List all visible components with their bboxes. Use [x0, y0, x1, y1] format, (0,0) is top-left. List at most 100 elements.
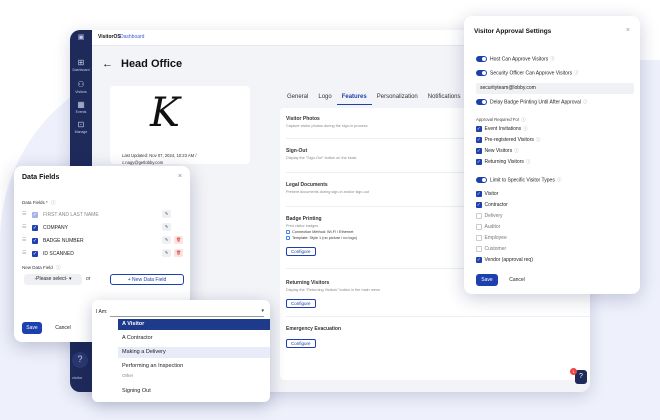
- chevron-down-icon[interactable]: ▾: [261, 308, 264, 314]
- returning-configure-button[interactable]: Configure: [286, 299, 316, 308]
- required-for-label: Approval Required For ⓘ: [476, 117, 526, 122]
- checkbox[interactable]: [476, 235, 482, 241]
- modal-title: Visitor Approval Settings: [474, 28, 552, 35]
- trash-icon[interactable]: 🗑: [174, 236, 183, 244]
- option-a-visitor[interactable]: A Visitor: [118, 319, 270, 330]
- tab-logo[interactable]: Logo: [313, 91, 336, 105]
- checkbox-customer[interactable]: Customer: [476, 246, 506, 252]
- checkbox[interactable]: [476, 246, 482, 252]
- info-icon: ⓘ: [521, 117, 526, 122]
- checkbox[interactable]: ✓: [476, 148, 482, 154]
- checkbox[interactable]: [476, 224, 482, 230]
- save-button[interactable]: Save: [22, 322, 42, 334]
- tab-bar: General Logo Features Personalization No…: [282, 91, 465, 105]
- checkbox[interactable]: ✓: [476, 137, 482, 143]
- logo-card: K Last Updated: Nov 07, 2024, 10:23 AM /…: [110, 86, 250, 165]
- cancel-button[interactable]: Cancel: [50, 322, 76, 334]
- grid-icon: ⊞: [77, 58, 85, 67]
- option-performing-inspection[interactable]: Performing an Inspection: [118, 361, 270, 372]
- checkbox-visitor[interactable]: ✓ Visitor: [476, 191, 498, 197]
- toggle-delay-badge[interactable]: Delay Badge Printing Until After Approva…: [476, 99, 587, 105]
- option-signing-out[interactable]: Signing Out: [118, 386, 270, 397]
- divider: [286, 316, 590, 317]
- close-icon[interactable]: ×: [178, 173, 182, 180]
- checkbox[interactable]: ✓: [476, 159, 482, 165]
- info-icon: ⓘ: [535, 137, 541, 143]
- calendar-icon: ▦: [77, 100, 85, 109]
- toggle-switch[interactable]: [476, 56, 487, 62]
- help-icon[interactable]: ?: [72, 352, 88, 368]
- drag-handle-icon[interactable]: ☰: [22, 237, 26, 243]
- checkbox[interactable]: ✓: [476, 126, 482, 132]
- checkbox-new-visitors[interactable]: ✓ New Visitors ⓘ: [476, 148, 519, 154]
- checkbox-event-invitations[interactable]: ✓ Event Invitations ⓘ: [476, 126, 528, 132]
- badge-configure-button[interactable]: Configure: [286, 247, 316, 256]
- trash-icon[interactable]: 🗑: [174, 249, 183, 257]
- checkbox[interactable]: [476, 213, 482, 219]
- new-data-field-label: New Data Field ⓘ: [22, 265, 61, 270]
- sidebar-item-visitors[interactable]: ⚇ Visitors: [70, 80, 92, 94]
- modal-title: Data Fields: [22, 174, 60, 181]
- checkbox-contractor[interactable]: ✓ Contractor: [476, 202, 508, 208]
- drag-handle-icon[interactable]: ☰: [22, 250, 26, 256]
- data-field-row: ☰ ✓ COMPANY ✎: [22, 223, 182, 233]
- tab-features[interactable]: Features: [336, 91, 372, 105]
- edit-icon[interactable]: ✎: [162, 223, 171, 231]
- data-fields-label: Data Fields * ⓘ: [22, 200, 56, 205]
- sidebar-item-events[interactable]: ▦ Events: [70, 100, 92, 114]
- edit-icon[interactable]: ✎: [162, 210, 171, 218]
- feature-emergency-evacuation: Emergency Evacuation Configure: [286, 326, 342, 348]
- field-checkbox[interactable]: ✓: [32, 224, 38, 231]
- edit-icon[interactable]: ✎: [162, 249, 171, 257]
- feature-returning-visitors: Returning Visitors Display the "Returnin…: [286, 280, 381, 308]
- sidebar-item-manage[interactable]: ⊡ Manage: [70, 120, 92, 134]
- drag-handle-icon[interactable]: ☰: [22, 211, 26, 217]
- updated-by-email: c.nagy@getlobby.com: [122, 160, 164, 165]
- tab-notifications[interactable]: Notifications: [423, 91, 466, 105]
- feature-legal-documents: Legal Documents Present documents during…: [286, 182, 369, 194]
- toggle-limit-visitor-types[interactable]: Limit to Specific Visitor Types ⓘ: [476, 177, 561, 183]
- field-checkbox[interactable]: ✓: [32, 237, 38, 244]
- toggle-host-approve[interactable]: Host Can Approve Visitors ⓘ: [476, 56, 555, 62]
- tab-general[interactable]: General: [282, 91, 313, 105]
- option-making-a-delivery[interactable]: Making a Delivery: [118, 347, 270, 358]
- cancel-button[interactable]: Cancel: [504, 274, 530, 286]
- tab-personalization[interactable]: Personalization: [372, 91, 423, 105]
- template-icon: [286, 236, 290, 240]
- option-a-contractor[interactable]: A Contractor: [118, 333, 270, 344]
- info-icon: ⓘ: [574, 70, 579, 76]
- checkbox[interactable]: ✓: [476, 202, 482, 208]
- field-checkbox[interactable]: ✓: [32, 250, 38, 257]
- checkbox-employee[interactable]: Employee: [476, 235, 507, 241]
- security-email-field[interactable]: securityteam@lobby.com: [476, 83, 634, 94]
- toggle-switch[interactable]: [476, 99, 487, 105]
- checkbox-pre-registered[interactable]: ✓ Pre-registered Visitors ⓘ: [476, 137, 540, 143]
- info-icon: ⓘ: [582, 99, 588, 105]
- toggle-security-approve[interactable]: Security Officer Can Approve Visitors ⓘ: [476, 70, 579, 76]
- emergency-configure-button[interactable]: Configure: [286, 339, 316, 348]
- data-field-row: ☰ ✓ FIRST AND LAST NAME ✎: [22, 210, 182, 220]
- checkbox[interactable]: ✓: [476, 191, 482, 197]
- toggle-switch[interactable]: [476, 70, 487, 76]
- breadcrumb[interactable]: Dashboard: [120, 34, 144, 40]
- info-icon: ⓘ: [514, 148, 519, 154]
- field-type-select[interactable]: -Please select- ▾: [24, 274, 82, 285]
- info-icon: ⓘ: [56, 265, 61, 270]
- new-data-field-button[interactable]: + New Data Field: [110, 274, 184, 285]
- sidebar-item-dashboard[interactable]: ⊞ Dashboard: [70, 58, 92, 72]
- visitor-type-select[interactable]: [110, 305, 264, 317]
- edit-icon[interactable]: ✎: [162, 236, 171, 244]
- option-other[interactable]: Other: [118, 373, 270, 380]
- checkbox-auditor[interactable]: Auditor: [476, 224, 500, 230]
- checkbox-returning-visitors[interactable]: ✓ Returning Visitors ⓘ: [476, 159, 530, 165]
- feature-badge-printing: Badge Printing Print visitor badges Conn…: [286, 216, 358, 256]
- checkbox[interactable]: ✓: [476, 257, 482, 263]
- back-arrow-icon[interactable]: ←: [102, 58, 113, 70]
- drag-handle-icon[interactable]: ☰: [22, 224, 26, 230]
- checkbox-delivery[interactable]: Delivery: [476, 213, 503, 219]
- close-icon[interactable]: ×: [626, 27, 630, 34]
- feature-sign-out: Sign-Out Display the "Sign-Out" button o…: [286, 148, 357, 160]
- toggle-switch[interactable]: [476, 177, 487, 183]
- save-button[interactable]: Save: [476, 274, 498, 286]
- checkbox-vendor[interactable]: ✓ Vendor (approval req): [476, 257, 533, 263]
